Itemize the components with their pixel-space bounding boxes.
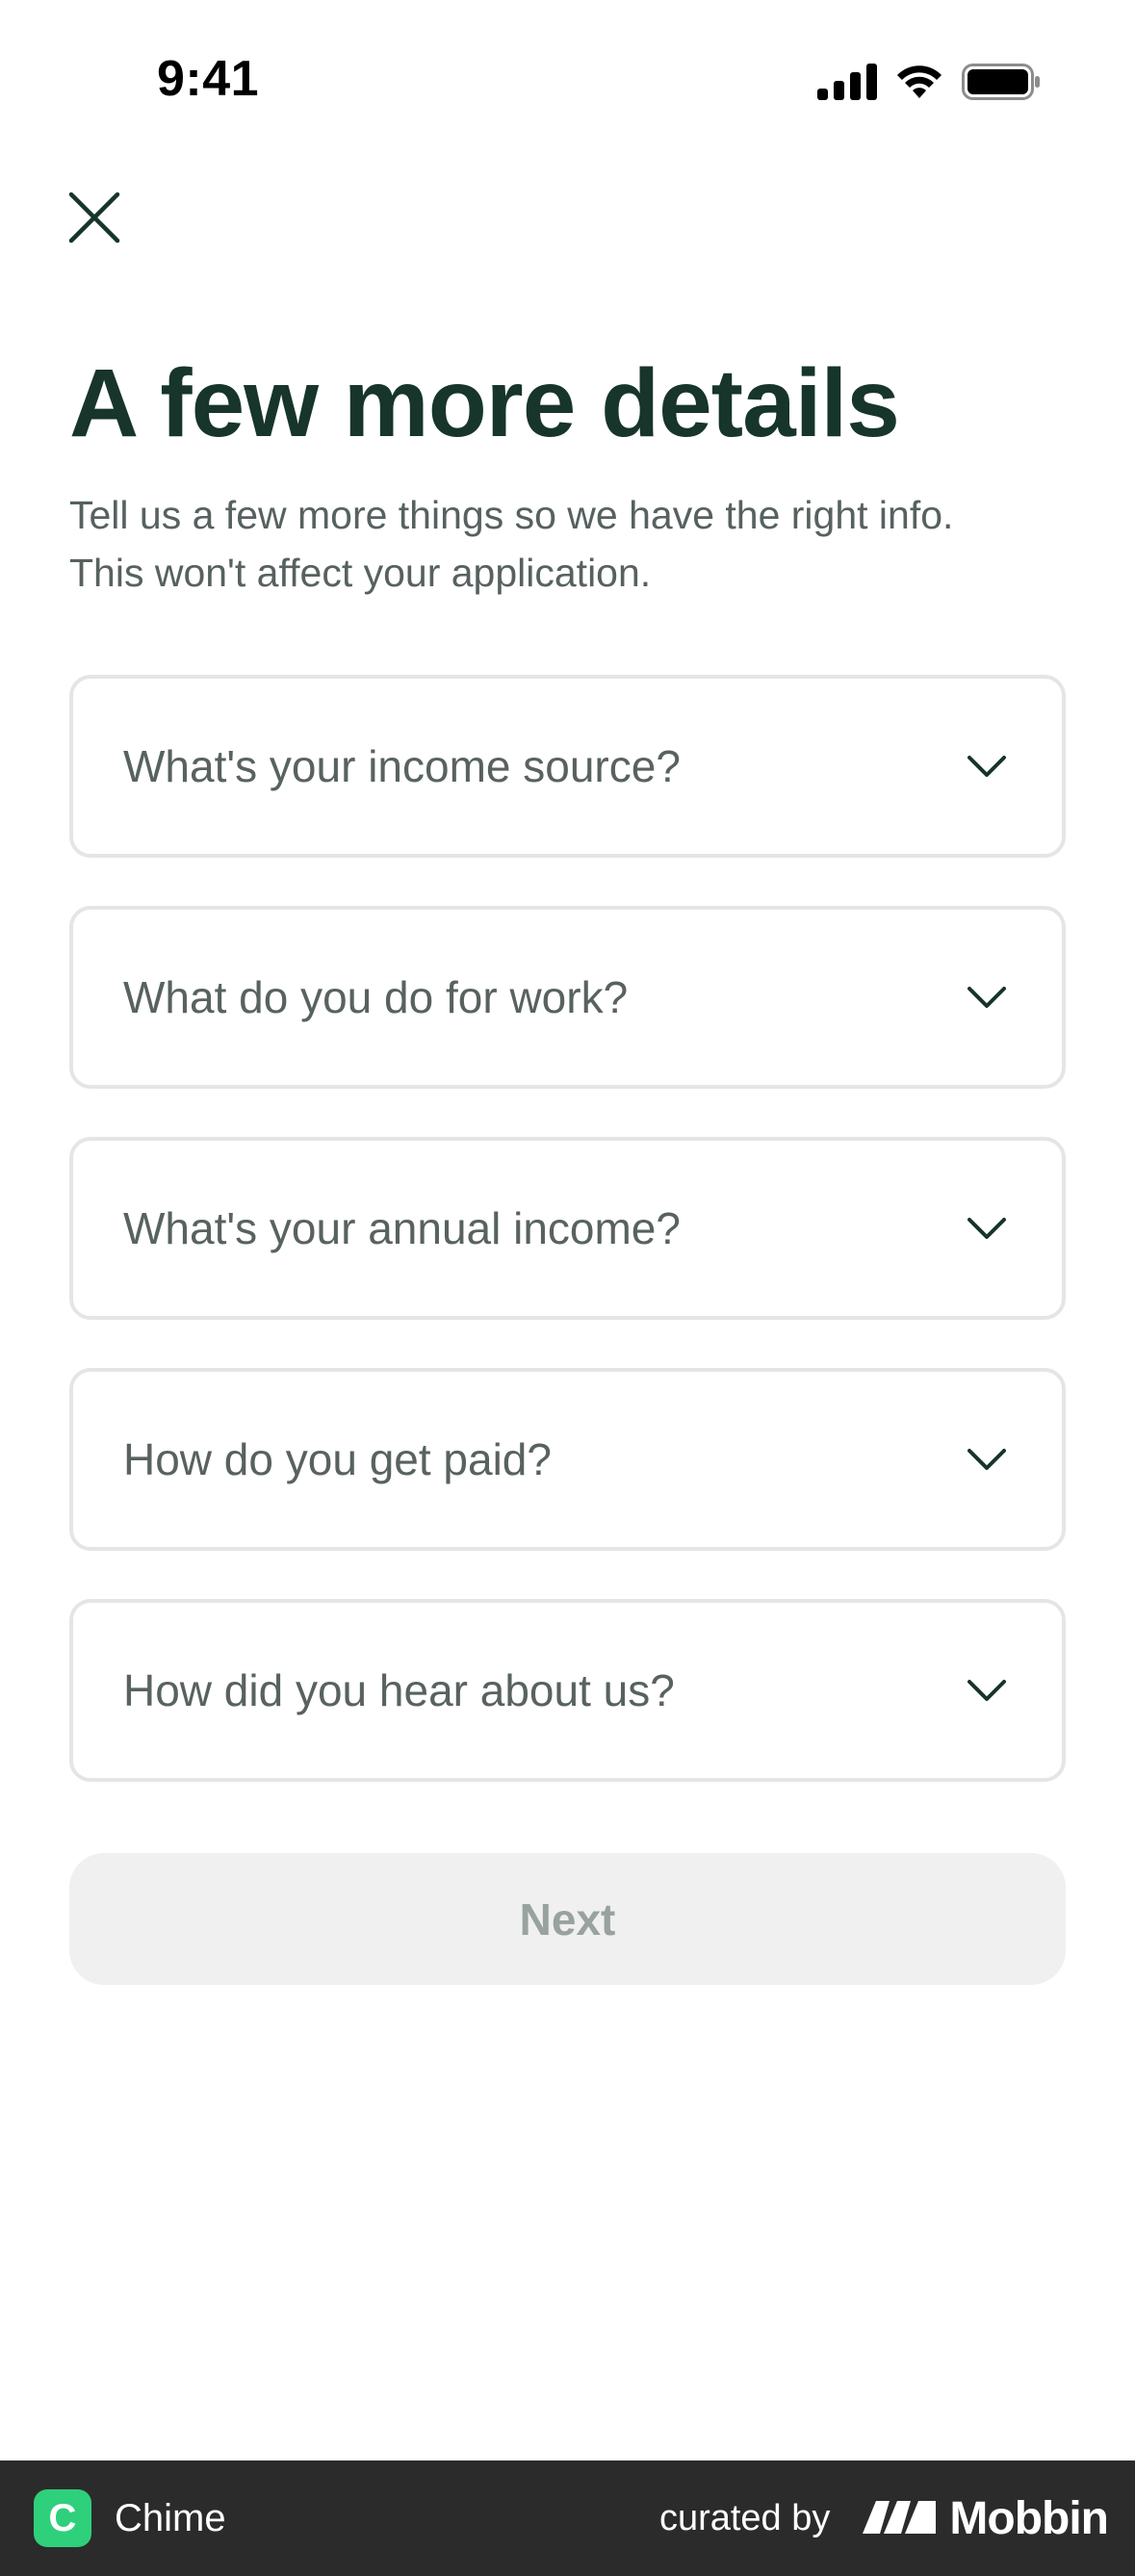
battery-icon: [962, 64, 1041, 105]
chime-logo-icon: C: [34, 2489, 91, 2547]
subtitle-line-2: This won't affect your application.: [69, 551, 652, 595]
app-info: C Chime: [34, 2489, 226, 2547]
chevron-down-icon: [966, 1215, 1008, 1242]
chevron-down-icon: [966, 1446, 1008, 1473]
income-source-dropdown[interactable]: What's your income source?: [69, 675, 1066, 858]
page-subtitle: Tell us a few more things so we have the…: [69, 486, 1071, 602]
mobbin-wordmark: Mobbin: [949, 2492, 1109, 2544]
page-title: A few more details: [69, 349, 900, 457]
dropdown-label: What's your income source?: [123, 741, 681, 791]
dropdown-label: What's your annual income?: [123, 1203, 681, 1253]
close-button[interactable]: [60, 185, 129, 254]
referral-source-dropdown[interactable]: How did you hear about us?: [69, 1599, 1066, 1782]
work-dropdown[interactable]: What do you do for work?: [69, 906, 1066, 1089]
next-button[interactable]: Next: [69, 1853, 1066, 1985]
dropdown-label: How did you hear about us?: [123, 1665, 675, 1715]
pay-method-dropdown[interactable]: How do you get paid?: [69, 1368, 1066, 1551]
footer-bar: C Chime curated by Mobbin: [0, 2460, 1135, 2576]
status-time: 9:41: [157, 51, 260, 107]
curated-by-label: curated by: [658, 2497, 831, 2538]
curator-info: curated by Mobbin: [658, 2492, 1109, 2545]
dropdown-label: How do you get paid?: [123, 1434, 552, 1484]
annual-income-dropdown[interactable]: What's your annual income?: [69, 1137, 1066, 1320]
close-icon: [67, 191, 121, 249]
status-bar: 9:41: [0, 0, 1135, 154]
chevron-down-icon: [966, 984, 1008, 1011]
mobbin-brand: Mobbin: [859, 2492, 1109, 2545]
dropdown-label: What do you do for work?: [123, 972, 629, 1022]
subtitle-line-1: Tell us a few more things so we have the…: [69, 493, 954, 537]
chevron-down-icon: [966, 1677, 1008, 1704]
cellular-signal-icon: [817, 64, 877, 105]
status-icons: [817, 64, 1041, 105]
question-fields: What's your income source? What do you d…: [69, 675, 1066, 1830]
wifi-icon: [894, 64, 944, 105]
chevron-down-icon: [966, 753, 1008, 780]
mobbin-logo-icon: [859, 2497, 940, 2540]
app-name: Chime: [115, 2496, 226, 2539]
